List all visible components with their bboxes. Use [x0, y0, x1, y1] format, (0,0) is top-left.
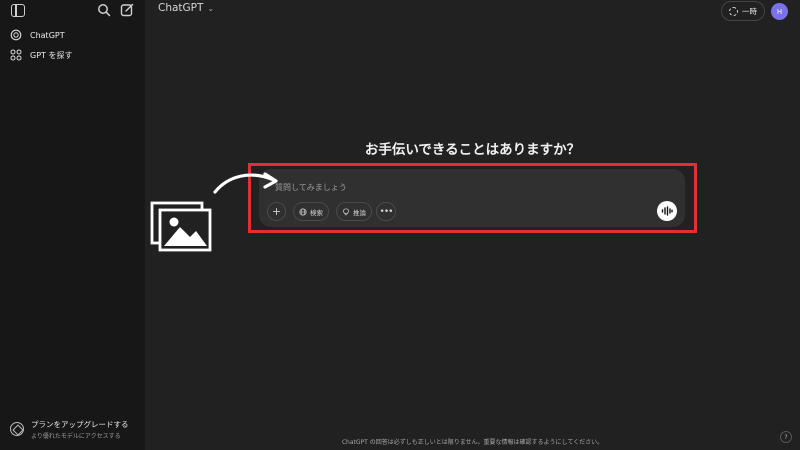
- sidebar: ChatGPT GPT を探す プランをアップグレードする より優れたモデルにア…: [0, 0, 145, 450]
- curved-arrow-icon: [213, 172, 278, 194]
- highlight-box: [248, 163, 697, 233]
- sidebar-item-label: ChatGPT: [30, 30, 65, 40]
- sidebar-item-chatgpt[interactable]: ChatGPT: [10, 27, 65, 43]
- temporary-chat-icon: [729, 6, 738, 16]
- temporary-chat-label: 一時: [742, 6, 757, 16]
- search-icon[interactable]: [97, 3, 111, 17]
- grid-icon: [10, 49, 22, 61]
- model-label: ChatGPT: [158, 2, 204, 14]
- upgrade-plan-button[interactable]: プランをアップグレードする より優れたモデルにアクセスする: [10, 419, 129, 440]
- temporary-chat-button[interactable]: 一時: [721, 1, 765, 21]
- model-selector[interactable]: ChatGPT ⌄: [158, 2, 214, 14]
- sidebar-item-explore-gpts[interactable]: GPT を探す: [10, 47, 72, 63]
- new-chat-icon[interactable]: [120, 3, 134, 17]
- upgrade-subtitle: より優れたモデルにアクセスする: [31, 433, 121, 440]
- disclaimer-text: ChatGPT の回答は必ずしも正しいとは限りません。重要な情報は確認するように…: [341, 439, 604, 446]
- avatar[interactable]: H: [771, 3, 788, 20]
- image-upload-icon: [150, 201, 212, 252]
- page-title: お手伝いできることはありますか？: [364, 142, 581, 158]
- chevron-down-icon: ⌄: [207, 3, 215, 13]
- sidebar-toggle-icon[interactable]: [11, 4, 25, 17]
- upgrade-icon: [10, 422, 24, 436]
- help-button[interactable]: ?: [780, 431, 792, 443]
- chatgpt-logo-icon: [10, 29, 22, 41]
- sidebar-header: [0, 0, 145, 24]
- sidebar-item-label: GPT を探す: [30, 50, 73, 60]
- upgrade-title: プランをアップグレードする: [31, 420, 129, 429]
